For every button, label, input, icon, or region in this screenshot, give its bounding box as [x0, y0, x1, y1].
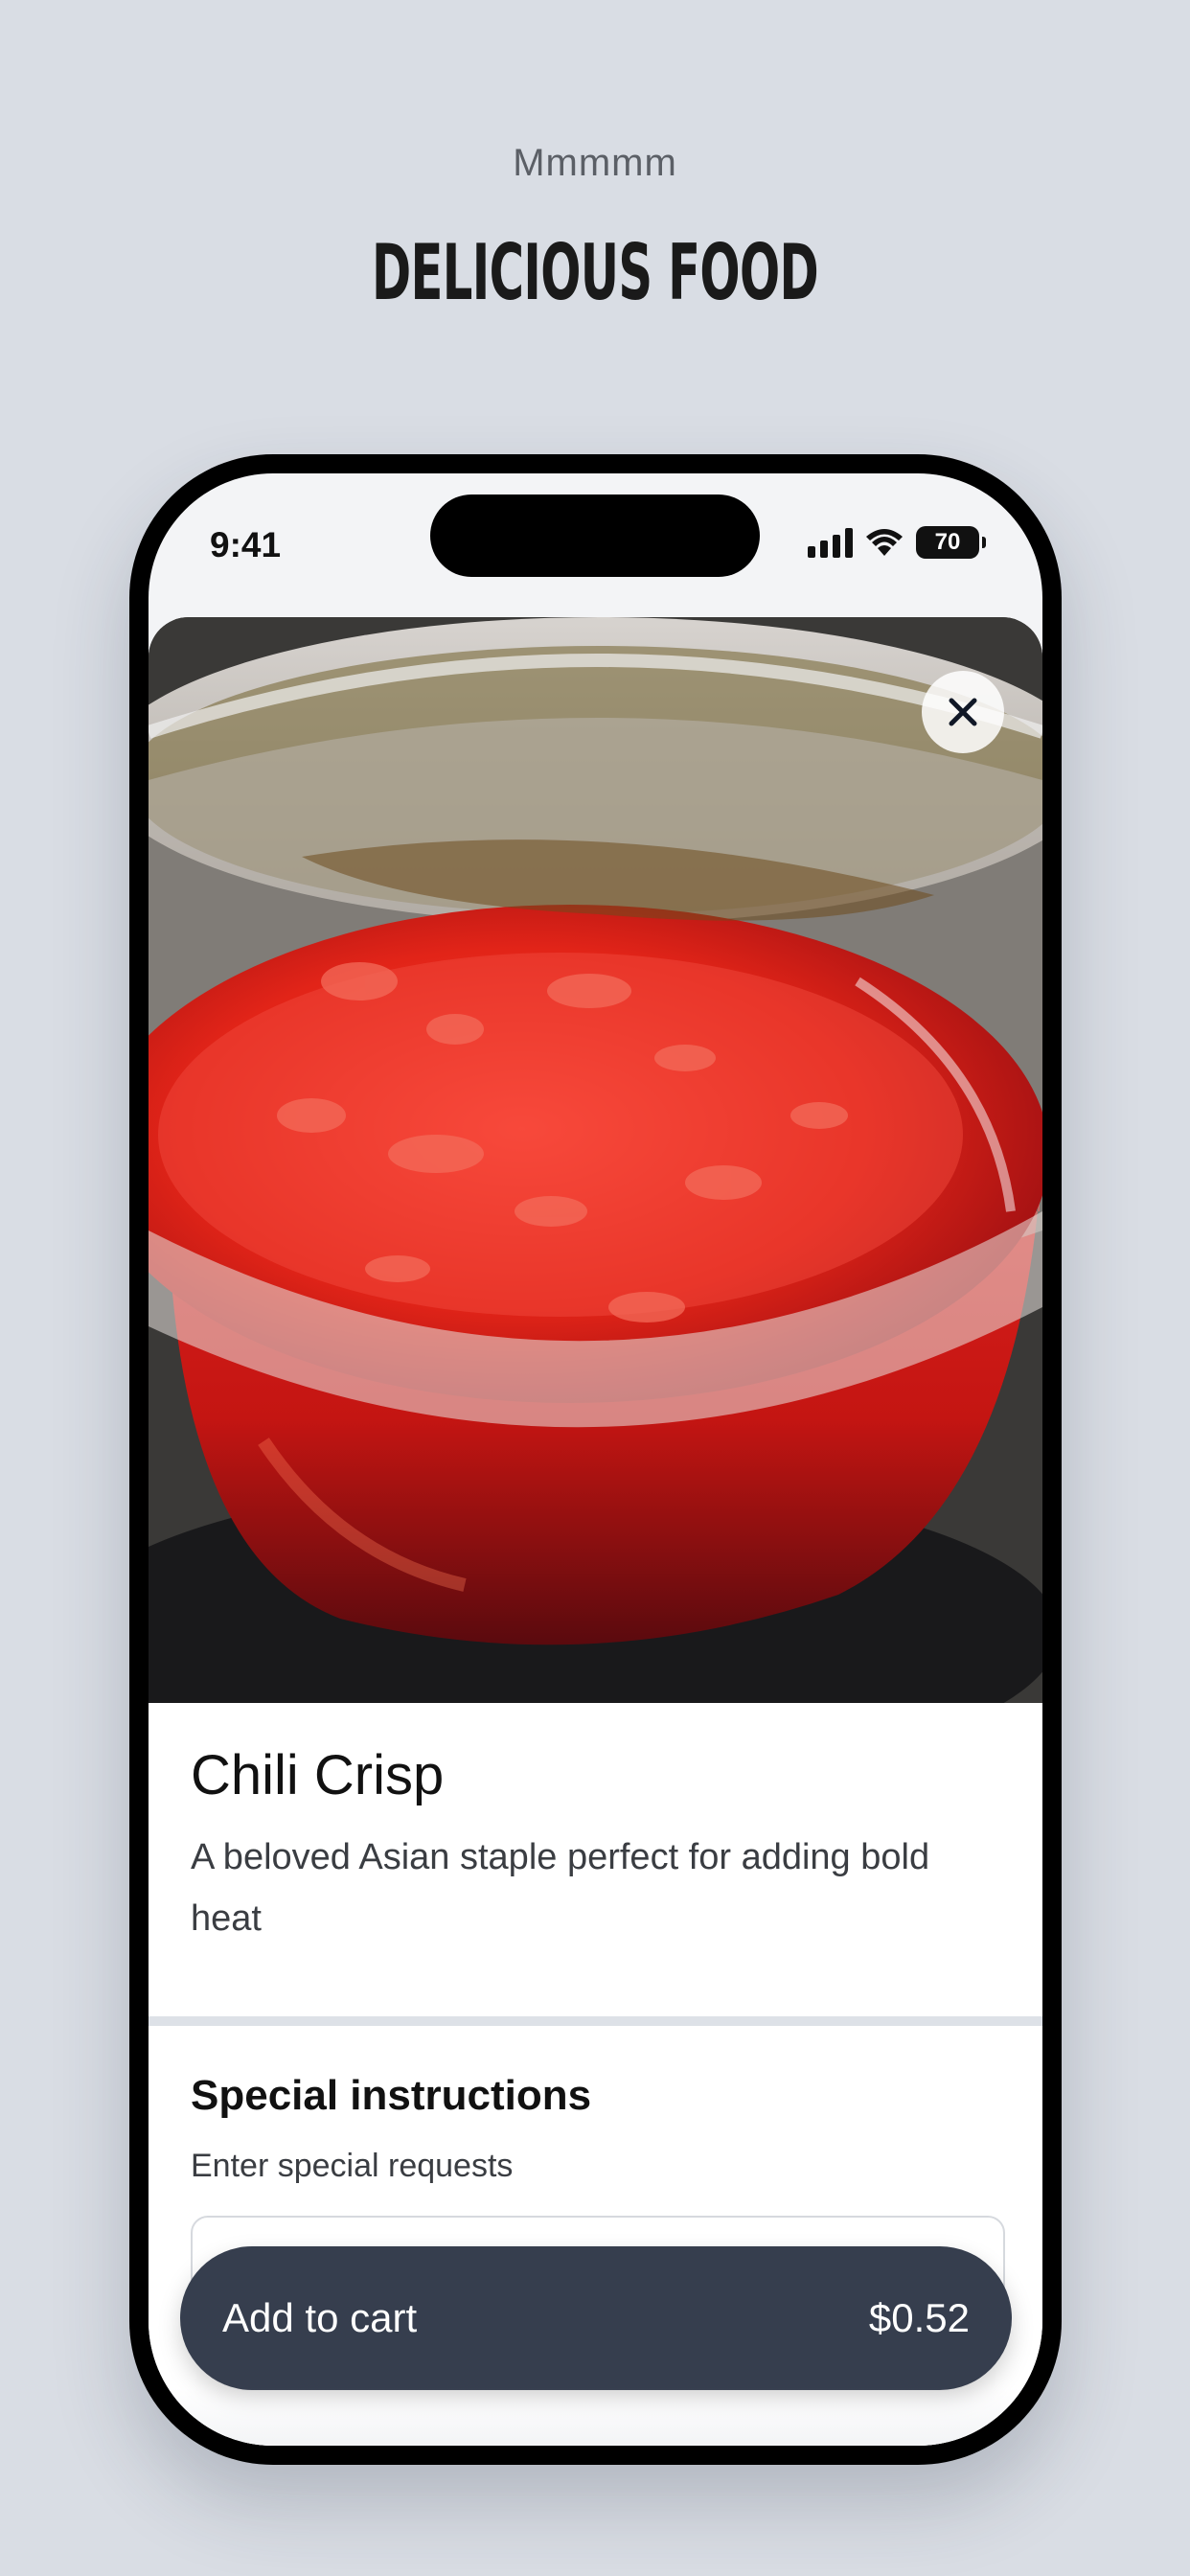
add-to-cart-button[interactable]: Add to cart $0.52: [180, 2246, 1012, 2390]
product-name: Chili Crisp: [191, 1744, 445, 1806]
promo-subtitle: Mmmmm: [513, 142, 677, 184]
status-bar: 9:41 70: [149, 473, 1042, 617]
close-icon: [949, 698, 977, 726]
cellular-signal-icon: [808, 527, 853, 558]
add-to-cart-label: Add to cart: [222, 2295, 418, 2340]
cart-price: $0.52: [868, 2295, 970, 2340]
wifi-icon: [866, 529, 903, 556]
phone-frame: 9:41 70 Chili Crisp A beloved Asian stap…: [129, 454, 1062, 2465]
section-divider: [149, 2016, 1042, 2026]
close-button[interactable]: [922, 671, 1004, 753]
battery-icon: 70: [916, 526, 986, 559]
status-time: 9:41: [210, 525, 282, 564]
status-icons: 70: [808, 523, 986, 562]
special-instructions-title: Special instructions: [191, 2072, 592, 2119]
bottom-fade: [149, 2388, 1042, 2446]
product-description: A beloved Asian staple perfect for addin…: [191, 1837, 930, 1939]
product-sheet: Chili Crisp A beloved Asian staple perfe…: [149, 617, 1042, 2446]
phone-screen: 9:41 70 Chili Crisp A beloved Asian stap…: [149, 473, 1042, 2446]
special-instructions-subtitle: Enter special requests: [191, 2148, 514, 2184]
promo-title: DELICIOUS FOOD: [371, 228, 819, 317]
dynamic-island: [430, 494, 760, 577]
product-image: [149, 617, 1042, 1703]
chili-crisp-photo-icon: [149, 617, 1042, 1703]
